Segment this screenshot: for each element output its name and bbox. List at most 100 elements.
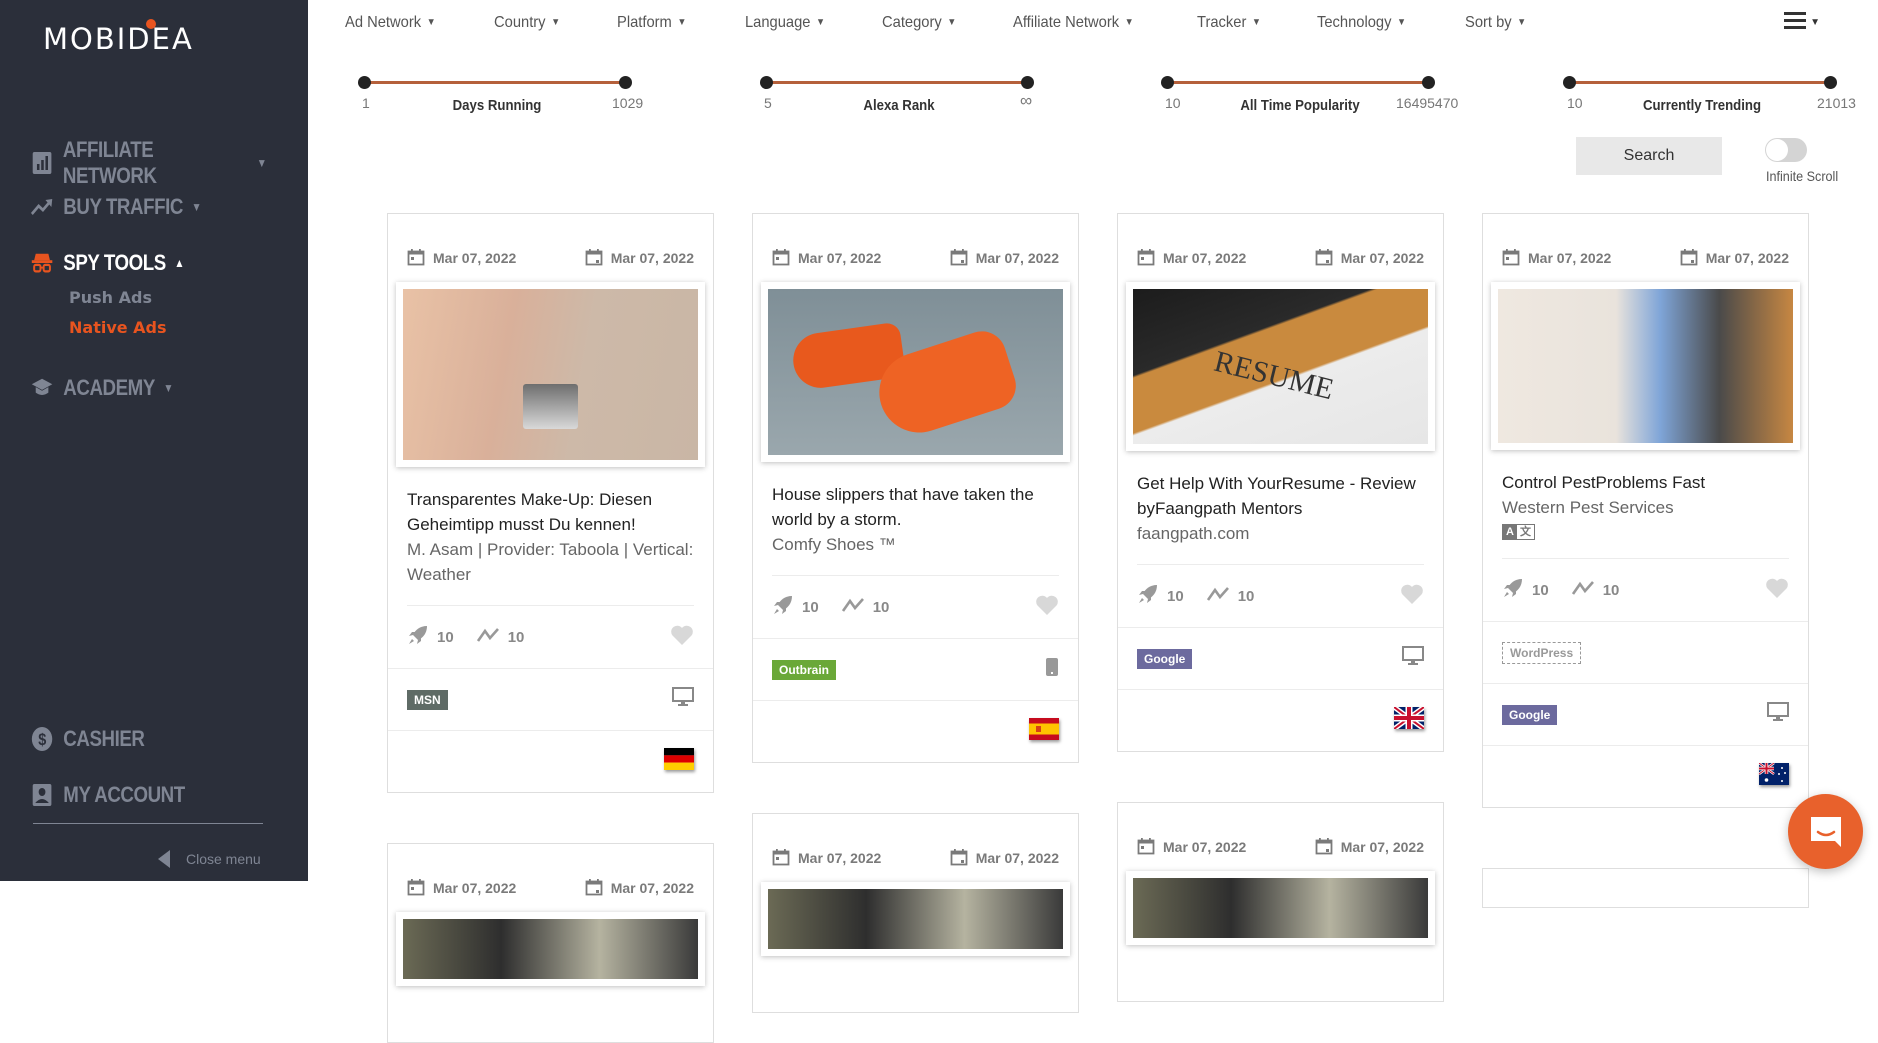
ad-image[interactable] <box>396 282 705 467</box>
ad-title[interactable]: House slippers that have taken the world… <box>772 482 1059 532</box>
slider-max-handle[interactable] <box>619 76 632 89</box>
chevron-down-icon: ▼ <box>163 381 174 395</box>
card-body: House slippers that have taken the world… <box>753 462 1078 638</box>
ad-title[interactable]: Get Help With YourResume - Review byFaan… <box>1137 471 1424 521</box>
slider-max-handle[interactable] <box>1021 76 1034 89</box>
favorite-heart-icon[interactable] <box>1765 577 1789 603</box>
ad-image[interactable] <box>761 882 1070 956</box>
filter-label: Technology <box>1317 14 1392 31</box>
close-menu-label: Close menu <box>186 851 261 867</box>
sidebar-divider <box>33 823 263 824</box>
sidebar-item-buy-traffic[interactable]: BUY TRAFFIC ▼ <box>31 194 202 220</box>
filter-country[interactable]: Country ▼ <box>494 14 560 32</box>
trend-stat: 10 <box>1571 579 1620 601</box>
date-text: Mar 07, 2022 <box>433 250 517 266</box>
slider-min-handle[interactable] <box>1161 76 1174 89</box>
calendar-icon <box>1137 837 1163 858</box>
sidebar-subitem-native-ads[interactable]: Native Ads <box>69 318 167 337</box>
ad-image[interactable] <box>761 282 1070 462</box>
slider-max-value: 21013 <box>1817 95 1856 111</box>
ad-title[interactable]: Control PestProblems Fast <box>1502 470 1789 495</box>
trending-up-icon <box>31 194 53 220</box>
slider-max-handle[interactable] <box>1824 76 1837 89</box>
filter-ad-network[interactable]: Ad Network ▼ <box>345 14 436 32</box>
days-running-stat: 10 <box>772 594 819 620</box>
sidebar: MOBIDEA AFFILIATE NETWORK ▼ BUY TRAFFIC … <box>0 0 308 881</box>
first-seen-date: Mar 07, 2022 <box>1137 823 1246 871</box>
desktop-icon <box>672 687 694 712</box>
slider-currently-trending[interactable]: 10 Currently Trending 21013 <box>1563 76 1856 116</box>
slider-min-handle[interactable] <box>358 76 371 89</box>
filter-category[interactable]: Category ▼ <box>882 14 956 32</box>
country-flag-icon[interactable] <box>664 748 694 775</box>
slider-label: Alexa Rank <box>863 97 935 114</box>
stat-value: 10 <box>1602 581 1620 599</box>
stat-value: 10 <box>872 598 890 616</box>
country-flag-icon[interactable] <box>1029 718 1059 745</box>
technology-badge[interactable]: WordPress <box>1502 641 1582 664</box>
trend-icon <box>476 626 508 648</box>
sidebar-item-cashier[interactable]: $ CASHIER <box>31 726 145 752</box>
slider-all-time-popularity[interactable]: 10 All Time Popularity 16495470 <box>1161 76 1458 116</box>
filter-label: Platform <box>617 14 672 31</box>
slider-label: All Time Popularity <box>1240 97 1360 114</box>
filter-tracker[interactable]: Tracker ▼ <box>1197 14 1261 32</box>
close-menu-button[interactable]: Close menu <box>158 850 261 868</box>
slider-alexa-rank[interactable]: 5 Alexa Rank ∞ <box>760 76 1040 116</box>
slider-max-value: ∞ <box>1020 91 1033 110</box>
favorite-heart-icon[interactable] <box>670 624 694 650</box>
search-button[interactable]: Search <box>1576 137 1722 175</box>
ad-image[interactable] <box>1491 282 1800 450</box>
sidebar-item-affiliate-network[interactable]: AFFILIATE NETWORK ▼ <box>31 137 267 189</box>
date-text: Mar 07, 2022 <box>1340 250 1424 266</box>
logo[interactable]: MOBIDEA <box>43 22 194 56</box>
view-menu-button[interactable]: ▼ <box>1784 12 1820 33</box>
infinite-scroll-toggle[interactable] <box>1765 138 1807 162</box>
sidebar-item-spy-tools[interactable]: SPY TOOLS ▲ <box>31 250 184 276</box>
slider-label: Currently Trending <box>1642 97 1762 114</box>
slider-min-handle[interactable] <box>760 76 773 89</box>
slider-track <box>363 81 625 84</box>
sidebar-item-label: SPY TOOLS <box>63 250 166 275</box>
ad-image[interactable]: RESUME <box>1126 282 1435 451</box>
filter-language[interactable]: Language ▼ <box>745 14 825 32</box>
favorite-heart-icon[interactable] <box>1035 594 1059 620</box>
ad-network-badge[interactable]: Google <box>1502 704 1558 725</box>
slider-min-handle[interactable] <box>1563 76 1576 89</box>
chat-icon <box>1810 816 1841 847</box>
country-flag-icon[interactable] <box>1758 761 1789 790</box>
hamburger-icon <box>1784 12 1807 33</box>
sidebar-item-my-account[interactable]: MY ACCOUNT <box>31 782 185 808</box>
filter-technology[interactable]: Technology ▼ <box>1317 14 1406 32</box>
ad-network-badge[interactable]: MSN <box>407 689 448 710</box>
sidebar-item-academy[interactable]: ACADEMY ▼ <box>31 375 173 401</box>
slider-days-running[interactable]: 1 Days Running 1029 <box>358 76 643 116</box>
ad-network-badge[interactable]: Google <box>1137 648 1193 669</box>
rocket-icon <box>772 594 802 620</box>
network-row: Google <box>1118 627 1443 689</box>
toggle-thumb <box>1766 139 1788 161</box>
ad-image[interactable] <box>1126 871 1435 945</box>
filter-platform[interactable]: Platform ▼ <box>617 14 686 32</box>
ad-image[interactable] <box>396 912 705 986</box>
favorite-heart-icon[interactable] <box>1400 583 1424 609</box>
filter-sort-by[interactable]: Sort by ▼ <box>1465 14 1526 32</box>
bar-chart-icon <box>31 150 53 176</box>
rocket-icon <box>407 624 437 650</box>
translate-icon: A文 <box>1502 524 1535 540</box>
ad-card: Mar 07, 2022 Mar 07, 2022 Transparentes … <box>387 213 714 793</box>
card-body: Transparentes Make-Up: Diesen Geheimtipp… <box>388 467 713 668</box>
dollar-circle-icon: $ <box>31 726 53 752</box>
ad-title[interactable]: Transparentes Make-Up: Diesen Geheimtipp… <box>407 487 694 537</box>
slider-max-handle[interactable] <box>1422 76 1435 89</box>
country-flag-icon[interactable] <box>1392 704 1426 734</box>
sidebar-item-label: CASHIER <box>63 726 145 751</box>
filter-affiliate-network[interactable]: Affiliate Network ▼ <box>1013 14 1134 32</box>
ad-network-badge[interactable]: Outbrain <box>772 659 836 680</box>
filter-label: Ad Network <box>345 14 422 31</box>
chat-button[interactable] <box>1788 794 1863 869</box>
calendar-icon <box>950 248 976 269</box>
filter-label: Country <box>494 14 546 31</box>
sidebar-subitem-push-ads[interactable]: Push Ads <box>69 288 152 307</box>
calendar-icon <box>1315 248 1341 269</box>
